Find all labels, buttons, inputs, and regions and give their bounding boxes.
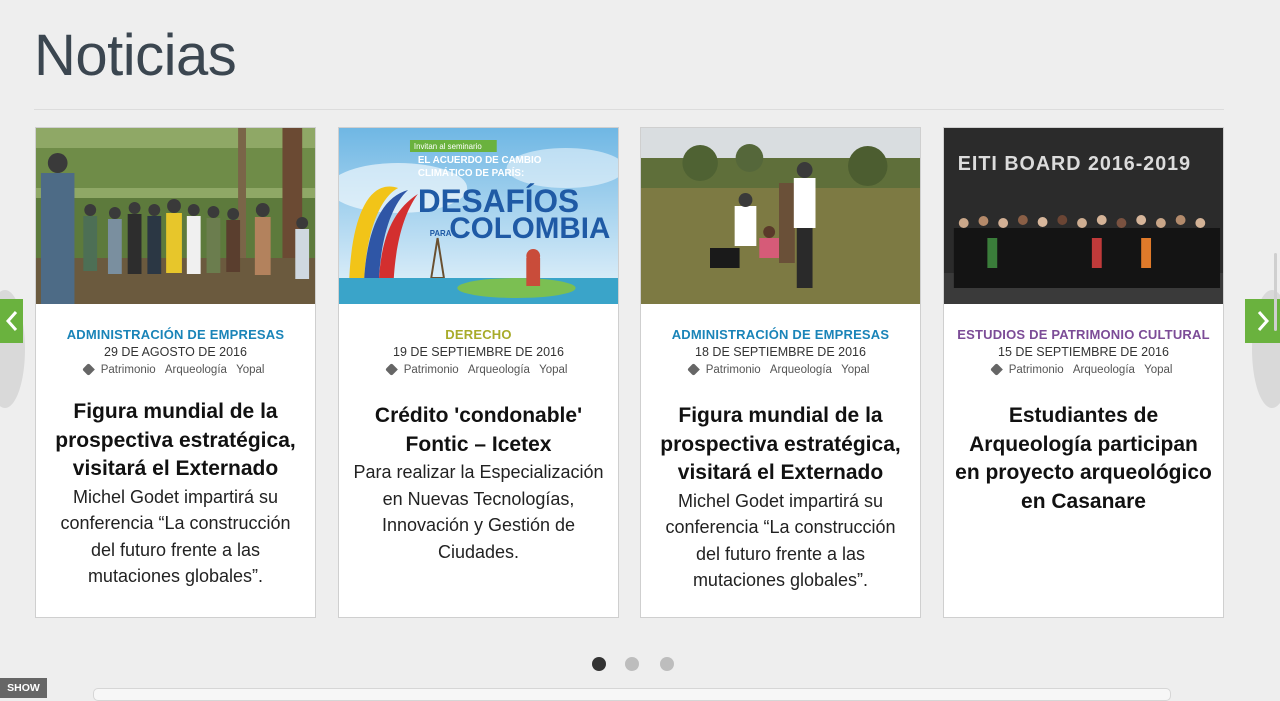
chevron-left-icon bbox=[5, 311, 17, 331]
page-title: Noticias bbox=[34, 23, 237, 88]
card-excerpt: Para realizar la Especialización en Nuev… bbox=[353, 462, 604, 562]
card-category[interactable]: ADMINISTRACIÓN DE EMPRESAS bbox=[36, 327, 315, 343]
tag-link[interactable]: Yopal bbox=[236, 364, 264, 376]
card-tags: Patrimonio Arqueología Yopal bbox=[944, 361, 1223, 379]
card-date: 15 DE SEPTIEMBRE DE 2016 bbox=[998, 345, 1169, 359]
tag-icon bbox=[989, 363, 1003, 376]
excavation-field-photo bbox=[641, 128, 920, 304]
card-headline[interactable]: Figura mundial de la prospectiva estraté… bbox=[46, 398, 305, 484]
show-toggle-button[interactable]: SHOW bbox=[0, 678, 47, 698]
poster-small: PARA bbox=[430, 229, 452, 238]
tag-icon bbox=[686, 363, 700, 376]
card-headline[interactable]: Crédito 'condonable' Fontic – Icetex bbox=[349, 402, 608, 459]
tag-link[interactable]: Patrimonio bbox=[101, 364, 156, 376]
eiti-board-group-photo: EITI BOARD 2016-2019 bbox=[944, 128, 1223, 304]
poster-line-1: EL ACUERDO DE CAMBIO bbox=[418, 155, 542, 166]
photo-banner: EITI BOARD 2016-2019 bbox=[958, 153, 1191, 175]
card-date: 18 DE SEPTIEMBRE DE 2016 bbox=[695, 345, 866, 359]
carousel-dot-3[interactable] bbox=[660, 657, 674, 671]
poster-kicker: Invitan al seminario bbox=[414, 142, 482, 151]
tag-link[interactable]: Arqueología bbox=[165, 364, 227, 376]
tag-link[interactable]: Arqueología bbox=[770, 364, 832, 376]
tag-link[interactable]: Yopal bbox=[841, 364, 869, 376]
prev-button[interactable] bbox=[0, 299, 23, 343]
card-tags: Patrimonio Arqueología Yopal bbox=[36, 361, 315, 379]
tag-icon bbox=[384, 363, 398, 376]
card-date: 29 DE AGOSTO DE 2016 bbox=[104, 345, 247, 359]
card-headline[interactable]: Figura mundial de la prospectiva estraté… bbox=[651, 402, 910, 488]
scrollbar-thumb[interactable] bbox=[1274, 253, 1277, 331]
news-thumbnail[interactable]: Invitan al seminario EL ACUERDO DE CAMBI… bbox=[339, 128, 618, 304]
card-tags: Patrimonio Arqueología Yopal bbox=[641, 361, 920, 379]
card-date: 19 DE SEPTIEMBRE DE 2016 bbox=[393, 345, 564, 359]
news-card[interactable]: EITI BOARD 2016-2019 ESTUDIOS DE PATRIMO… bbox=[943, 127, 1224, 618]
poster-line-2: CLIMÁTICO DE PARÍS: bbox=[418, 168, 524, 179]
tag-link[interactable]: Patrimonio bbox=[404, 364, 459, 376]
tag-link[interactable]: Arqueología bbox=[1073, 364, 1135, 376]
tag-icon bbox=[81, 363, 95, 376]
paris-agreement-poster: Invitan al seminario EL ACUERDO DE CAMBI… bbox=[339, 128, 618, 304]
card-category[interactable]: ADMINISTRACIÓN DE EMPRESAS bbox=[641, 327, 920, 343]
card-excerpt: Michel Godet impartirá su conferencia “L… bbox=[665, 490, 896, 591]
tag-link[interactable]: Arqueología bbox=[468, 364, 530, 376]
title-divider bbox=[34, 109, 1224, 110]
carousel-dot-2[interactable] bbox=[625, 657, 639, 671]
news-card[interactable]: Invitan al seminario EL ACUERDO DE CAMBI… bbox=[338, 127, 619, 618]
news-thumbnail[interactable]: EITI BOARD 2016-2019 bbox=[944, 128, 1223, 304]
card-headline[interactable]: Estudiantes de Arqueología participan en… bbox=[954, 402, 1213, 516]
tag-link[interactable]: Patrimonio bbox=[706, 364, 761, 376]
card-category[interactable]: ESTUDIOS DE PATRIMONIO CULTURAL bbox=[944, 327, 1223, 343]
news-thumbnail[interactable] bbox=[36, 128, 315, 304]
poster-big-2: COLOMBIA bbox=[449, 212, 610, 245]
carousel-pagination bbox=[591, 657, 681, 673]
tag-link[interactable]: Yopal bbox=[539, 364, 567, 376]
card-excerpt: Michel Godet impartirá su conferencia “L… bbox=[60, 486, 291, 587]
news-card[interactable]: ADMINISTRACIÓN DE EMPRESAS 29 DE AGOSTO … bbox=[35, 127, 316, 618]
card-category[interactable]: DERECHO bbox=[339, 327, 618, 343]
carousel-dot-1[interactable] bbox=[592, 657, 606, 671]
chevron-right-icon bbox=[1257, 311, 1269, 331]
tag-link[interactable]: Yopal bbox=[1144, 364, 1172, 376]
tag-link[interactable]: Patrimonio bbox=[1009, 364, 1064, 376]
news-card[interactable]: ADMINISTRACIÓN DE EMPRESAS 18 DE SEPTIEM… bbox=[640, 127, 921, 618]
bottom-bar bbox=[93, 688, 1171, 701]
forest-group-photo bbox=[36, 128, 315, 304]
news-thumbnail[interactable] bbox=[641, 128, 920, 304]
card-tags: Patrimonio Arqueología Yopal bbox=[339, 361, 618, 379]
